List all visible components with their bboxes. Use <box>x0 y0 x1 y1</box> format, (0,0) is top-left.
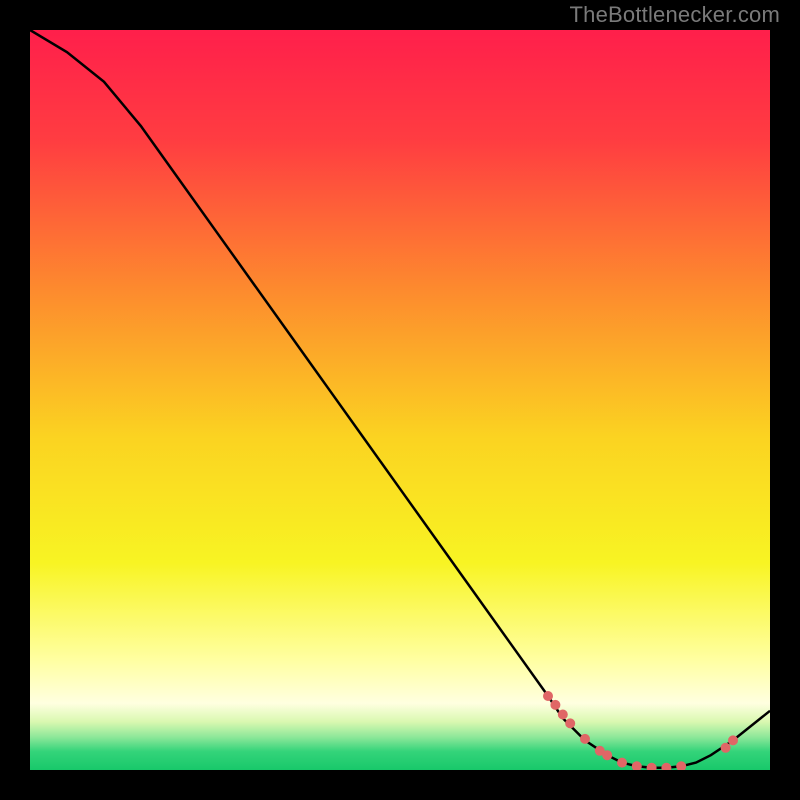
dot-marker <box>721 743 731 753</box>
watermark-text: TheBottlenecker.com <box>570 2 780 28</box>
dot-marker <box>550 700 560 710</box>
gradient-background <box>30 30 770 770</box>
bottleneck-curve-chart <box>30 30 770 770</box>
dot-marker <box>728 735 738 745</box>
dot-marker <box>602 750 612 760</box>
dot-marker <box>558 710 568 720</box>
dot-marker <box>543 691 553 701</box>
dot-marker <box>617 758 627 768</box>
chart-frame: TheBottlenecker.com <box>0 0 800 800</box>
dot-marker <box>580 734 590 744</box>
dot-marker <box>565 718 575 728</box>
